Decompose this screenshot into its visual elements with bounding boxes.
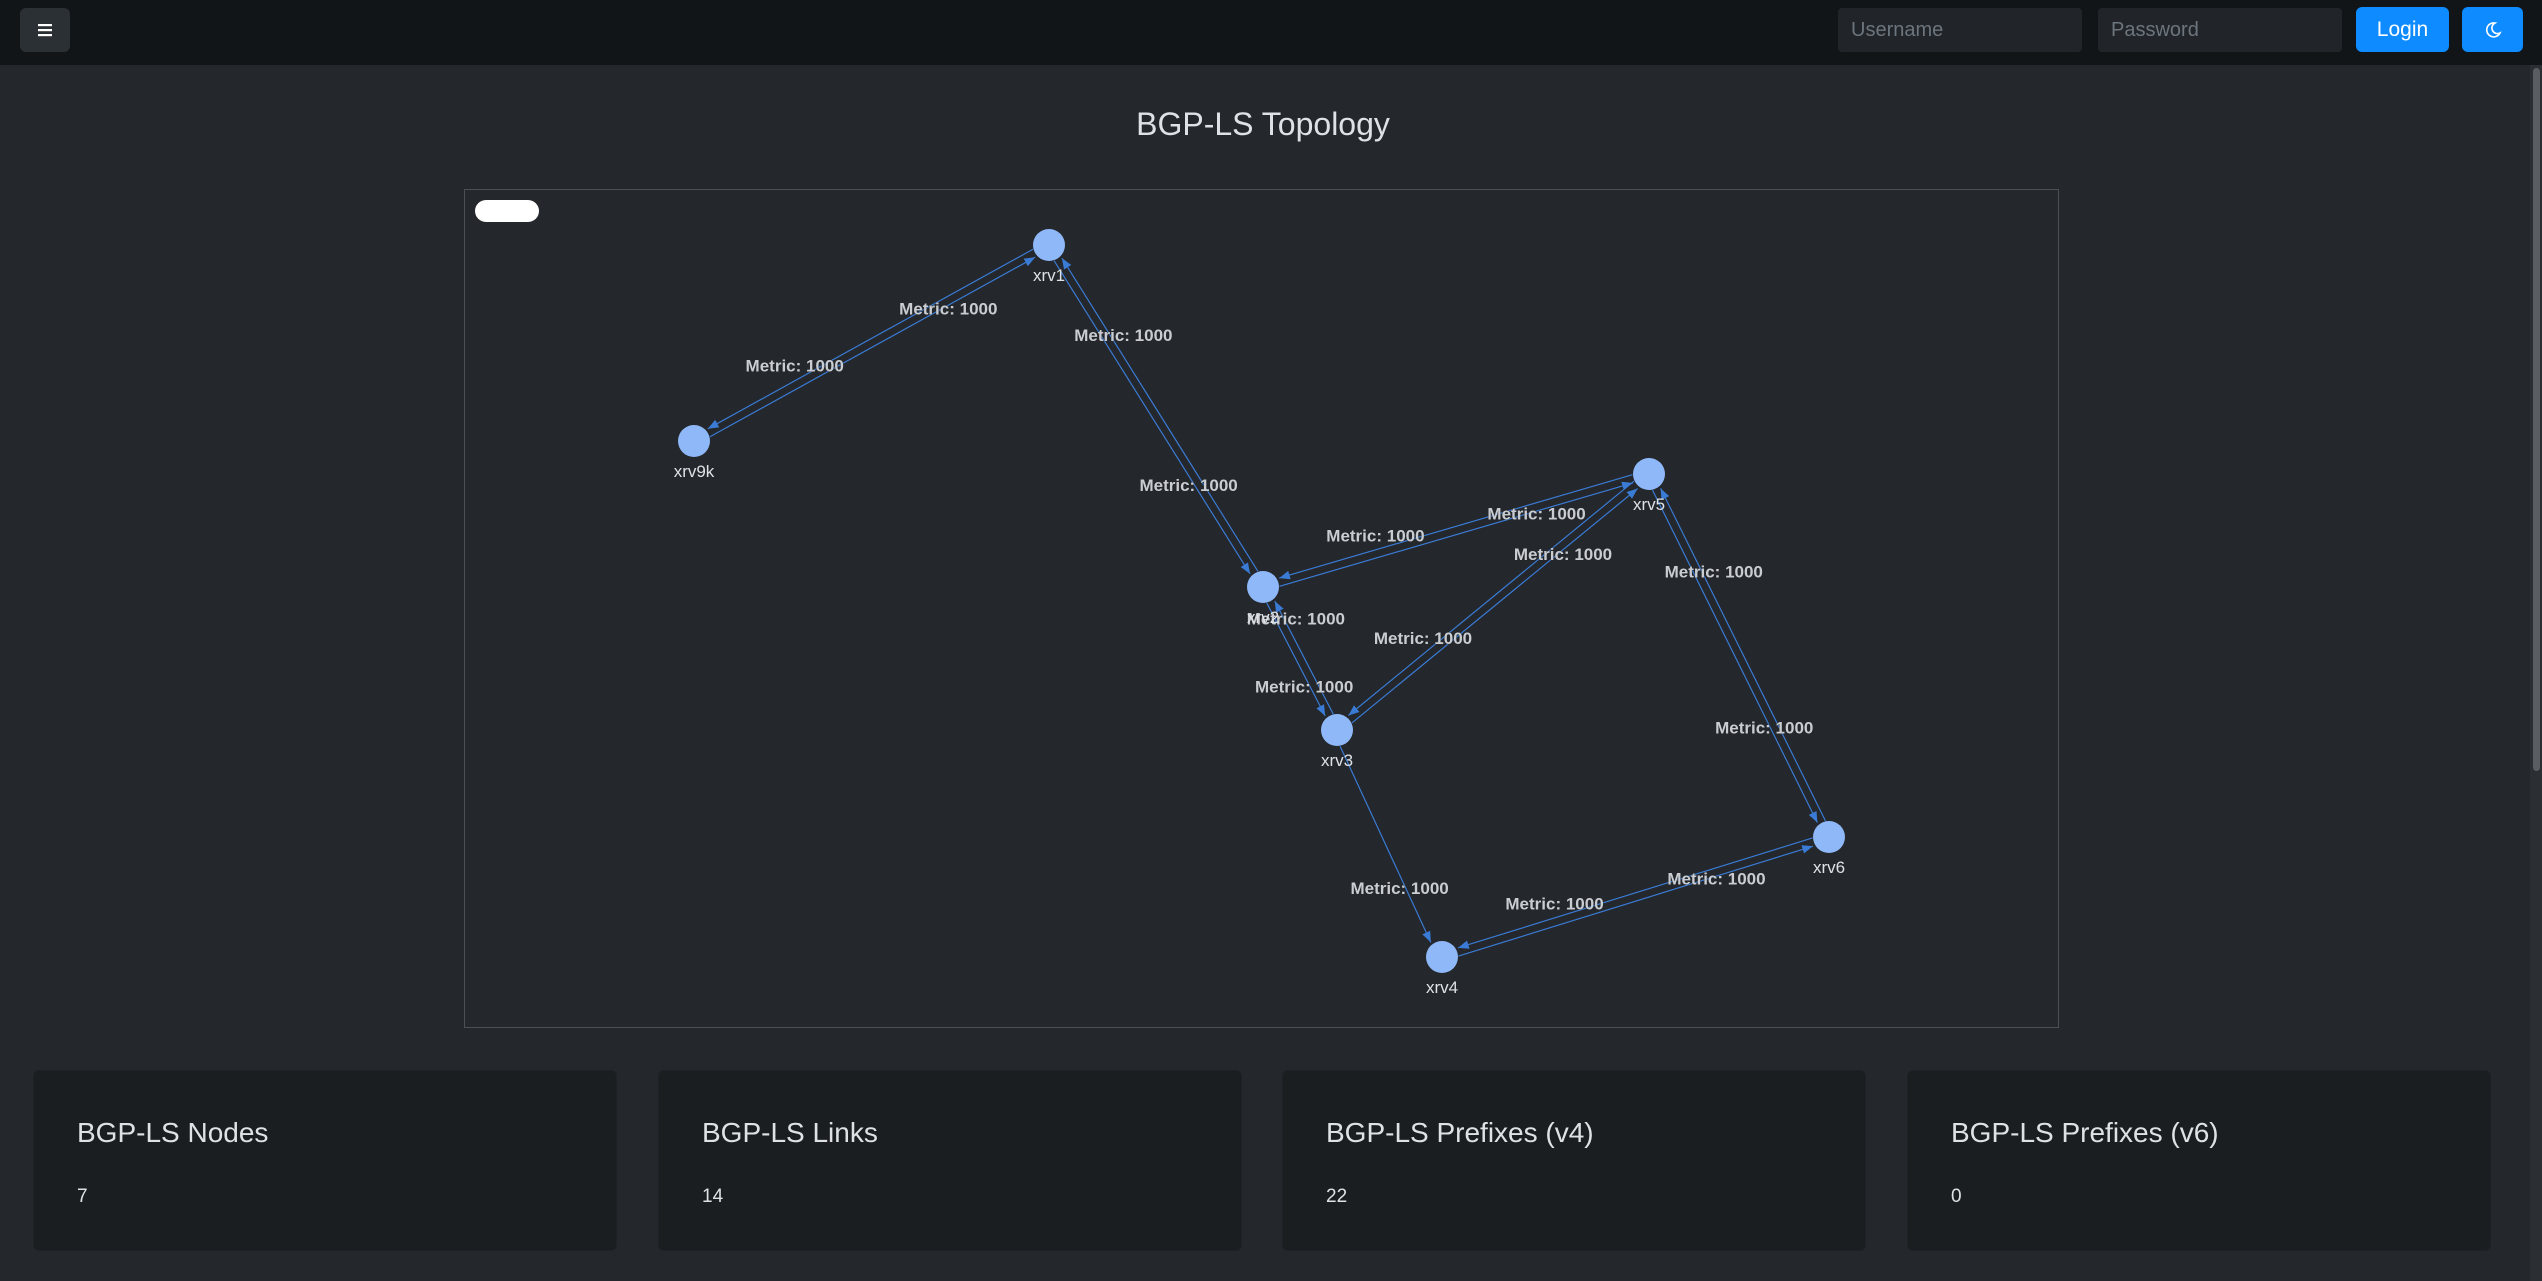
card-value: 0 [1951, 1186, 1962, 1207]
card-title: BGP-LS Links [702, 1117, 878, 1148]
theme-toggle-button[interactable] [2462, 7, 2523, 52]
node-label: xrv6 [1813, 858, 1845, 877]
node-circle[interactable] [1426, 941, 1458, 973]
card-title: BGP-LS Nodes [77, 1117, 269, 1148]
topology-link[interactable] [1457, 837, 1813, 949]
scrollbar-thumb[interactable] [2533, 68, 2540, 771]
topology-link[interactable] [1053, 260, 1251, 575]
card-value: 7 [77, 1186, 88, 1207]
topology-node-xrv6[interactable]: xrv6 [1813, 821, 1845, 877]
topology-graph[interactable]: Metric: 1000 Metric: 1000 Metric: 1000 Metr… [464, 189, 2059, 1028]
link-metric-label: Metric: 1000 [1665, 563, 1763, 582]
node-label: xrv9k [674, 462, 715, 481]
card-prefixes-v6: BGP-LS Prefixes (v6) 0 [1907, 1070, 2491, 1251]
link-metric-label: Metric: 1000 [1139, 476, 1237, 495]
card-title: BGP-LS Prefixes (v4) [1326, 1117, 1594, 1148]
page-title: BGP-LS Topology [1136, 106, 1390, 142]
link-metric-label: Metric: 1000 [1074, 326, 1172, 345]
top-navbar: Login [0, 0, 2542, 65]
topology-node-xrv2[interactable]: xrv2 [1247, 571, 1279, 627]
link-metric-label: Metric: 1000 [1326, 527, 1424, 546]
topology-link[interactable] [1651, 489, 1818, 823]
node-circle[interactable] [1633, 458, 1665, 490]
node-label: xrv1 [1033, 266, 1065, 285]
card-value: 22 [1326, 1186, 1348, 1207]
link-metric-label: Metric: 1000 [1667, 869, 1765, 888]
username-input[interactable] [1838, 8, 2082, 52]
node-circle[interactable] [1321, 714, 1353, 746]
topology-svg[interactable]: Metric: 1000 Metric: 1000 Metric: 1000 Metr… [465, 190, 2060, 1029]
card-nodes: BGP-LS Nodes 7 [33, 1070, 617, 1251]
topology-node-xrv1[interactable]: xrv1 [1033, 229, 1065, 285]
moon-icon [2485, 21, 2502, 38]
topology-node-xrv5[interactable]: xrv5 [1633, 458, 1665, 514]
node-label: xrv3 [1321, 751, 1353, 770]
link-metric-label: Metric: 1000 [1487, 504, 1585, 523]
topology-node-xrv3[interactable]: xrv3 [1321, 714, 1353, 770]
link-metric-label: Metric: 1000 [1374, 629, 1472, 648]
node-circle[interactable] [678, 425, 710, 457]
topology-node-xrv4[interactable]: xrv4 [1426, 941, 1458, 997]
topology-link[interactable] [707, 248, 1034, 430]
link-metric-label: Metric: 1000 [1255, 678, 1353, 697]
link-metric-label: Metric: 1000 [1514, 545, 1612, 564]
topology-node-xrv9k[interactable]: xrv9k [674, 425, 715, 481]
topology-link[interactable] [709, 256, 1036, 438]
password-input[interactable] [2098, 8, 2342, 52]
topology-link[interactable] [1061, 257, 1259, 572]
node-label: xrv2 [1247, 608, 1279, 627]
node-label: xrv5 [1633, 495, 1665, 514]
menu-toggle-button[interactable] [20, 8, 70, 52]
hamburger-icon [38, 24, 52, 37]
node-label: xrv4 [1426, 978, 1458, 997]
node-circle[interactable] [1033, 229, 1065, 261]
topology-link[interactable] [1660, 488, 1827, 822]
node-circle[interactable] [1247, 571, 1279, 603]
link-metric-label: Metric: 1000 [1505, 895, 1603, 914]
link-metric-label: Metric: 1000 [899, 299, 997, 318]
link-metric-label: Metric: 1000 [746, 357, 844, 376]
card-value: 14 [702, 1186, 724, 1207]
topology-link[interactable] [1339, 745, 1432, 943]
link-metric-label: Metric: 1000 [1350, 879, 1448, 898]
link-metric-label: Metric: 1000 [1715, 718, 1813, 737]
card-links: BGP-LS Links 14 [658, 1070, 1242, 1251]
node-circle[interactable] [1813, 821, 1845, 853]
login-button[interactable]: Login [2356, 7, 2449, 52]
card-prefixes-v4: BGP-LS Prefixes (v4) 22 [1282, 1070, 1866, 1251]
card-title: BGP-LS Prefixes (v6) [1951, 1117, 2219, 1148]
